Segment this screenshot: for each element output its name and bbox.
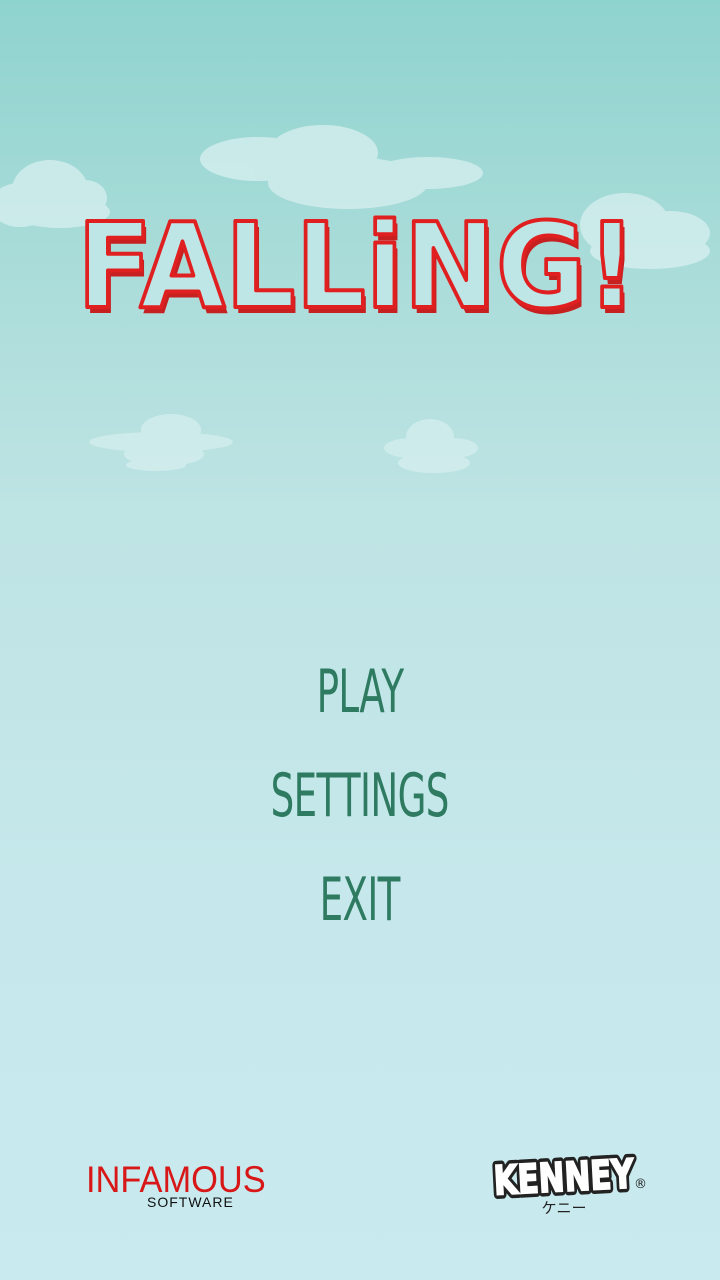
exit-button[interactable]: EXIT: [320, 858, 401, 962]
infamous-software-logo: INFAMOUS SOFTWARE: [86, 1160, 316, 1220]
infamous-logo-subtext: SOFTWARE: [147, 1194, 234, 1210]
main-menu: PLAY SETTINGS EXIT: [0, 650, 720, 962]
title-text: FALLiNG!: [77, 197, 637, 335]
cloud-middle-left: [89, 414, 233, 471]
kenney-logo: KENNEY KENNEY ® ケニー: [488, 1143, 648, 1219]
play-button[interactable]: PLAY: [317, 650, 404, 754]
cloud-middle-right: [384, 419, 478, 473]
settings-button[interactable]: SETTINGS: [271, 754, 450, 858]
kenney-logo-text: KENNEY: [493, 1151, 636, 1204]
game-title: FALLiNG! FALLiNG!: [0, 195, 720, 335]
registered-mark: ®: [634, 1177, 647, 1192]
kenney-logo-subtext: ケニー: [541, 1199, 586, 1217]
